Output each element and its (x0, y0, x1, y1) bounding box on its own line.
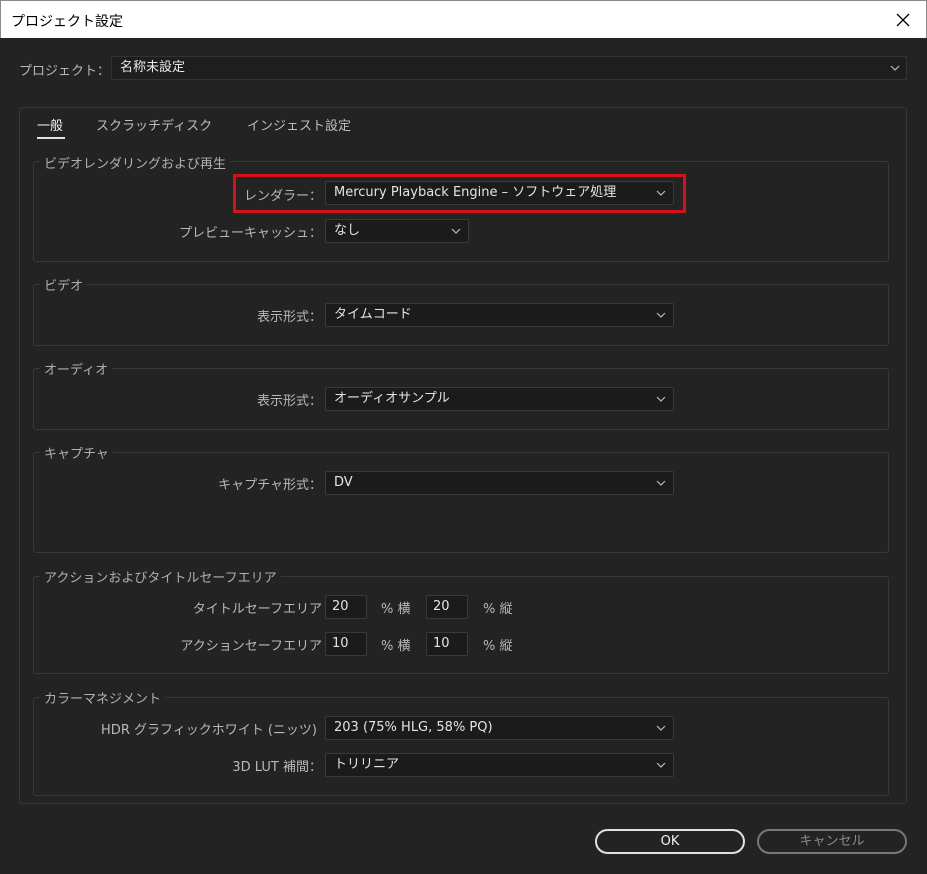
safe-area-section (33, 576, 889, 674)
hdr-white-dropdown[interactable]: 203 (75% HLG, 58% PQ) (325, 716, 674, 740)
capture-format-dropdown[interactable]: DV (325, 471, 674, 495)
video-section-title: ビデオ (40, 275, 88, 294)
hdr-white-label: HDR グラフィックホワイト (ニッツ) (101, 723, 317, 738)
project-label: プロジェクト： (19, 64, 111, 79)
preview-cache-value: なし (334, 223, 361, 238)
audio-format-value: オーディオサンプル (334, 391, 450, 406)
action-safe-v-unit: % 縦 (483, 639, 513, 654)
action-safe-v-input[interactable]: 10 (426, 632, 468, 656)
active-tab-indicator (37, 137, 65, 139)
action-safe-h-unit: % 横 (381, 639, 411, 654)
lut-interp-value: トリリニア (334, 757, 400, 772)
project-dropdown[interactable]: 名称未設定 (111, 56, 907, 80)
video-format-value: タイムコード (334, 307, 412, 322)
capture-section-title: キャプチャ (40, 443, 113, 462)
audio-format-label: 表示形式： (256, 394, 322, 409)
color-management-section-title: カラーマネジメント (40, 688, 166, 707)
tab-general[interactable]: 一般 (37, 115, 63, 134)
title-bar: プロジェクト設定 (0, 0, 927, 38)
preview-cache-label: プレビューキャッシュ： (178, 226, 322, 241)
video-format-label: 表示形式： (256, 310, 322, 325)
audio-format-dropdown[interactable]: オーディオサンプル (325, 387, 674, 411)
chevron-down-icon (656, 762, 666, 768)
lut-interp-dropdown[interactable]: トリリニア (325, 753, 674, 777)
chevron-down-icon (656, 725, 666, 731)
title-safe-h-input[interactable]: 20 (325, 595, 367, 619)
project-value: 名称未設定 (120, 60, 186, 75)
cancel-button[interactable]: キャンセル (757, 829, 907, 854)
tab-scratch-disks[interactable]: スクラッチディスク (96, 115, 212, 134)
chevron-down-icon (656, 396, 666, 402)
chevron-down-icon (890, 65, 900, 71)
ok-button[interactable]: OK (595, 829, 745, 854)
audio-section-title: オーディオ (40, 359, 113, 378)
chevron-down-icon (656, 312, 666, 318)
chevron-down-icon (656, 480, 666, 486)
capture-format-value: DV (334, 475, 353, 490)
preview-cache-dropdown[interactable]: なし (325, 219, 469, 243)
action-safe-label: アクションセーフエリア (180, 639, 322, 654)
capture-section (33, 452, 889, 553)
title-safe-h-unit: % 横 (381, 602, 411, 617)
lut-interp-label: 3D LUT 補間： (232, 760, 322, 775)
tab-ingest-settings[interactable]: インジェスト設定 (247, 115, 351, 134)
renderer-highlight-box (233, 174, 686, 213)
title-safe-v-unit: % 縦 (483, 602, 513, 617)
capture-format-label: キャプチャ形式： (218, 478, 322, 493)
video-format-dropdown[interactable]: タイムコード (325, 303, 674, 327)
render-section-title: ビデオレンダリングおよび再生 (40, 153, 231, 172)
hdr-white-value: 203 (75% HLG, 58% PQ) (334, 720, 493, 735)
close-icon (896, 13, 910, 26)
safe-area-section-title: アクションおよびタイトルセーフエリア (40, 567, 281, 586)
title-safe-label: タイトルセーフエリア (192, 602, 322, 617)
window-title: プロジェクト設定 (11, 14, 123, 30)
action-safe-h-input[interactable]: 10 (325, 632, 367, 656)
close-button[interactable] (880, 1, 926, 38)
chevron-down-icon (451, 228, 461, 234)
title-safe-v-input[interactable]: 20 (426, 595, 468, 619)
color-management-section (33, 697, 889, 796)
